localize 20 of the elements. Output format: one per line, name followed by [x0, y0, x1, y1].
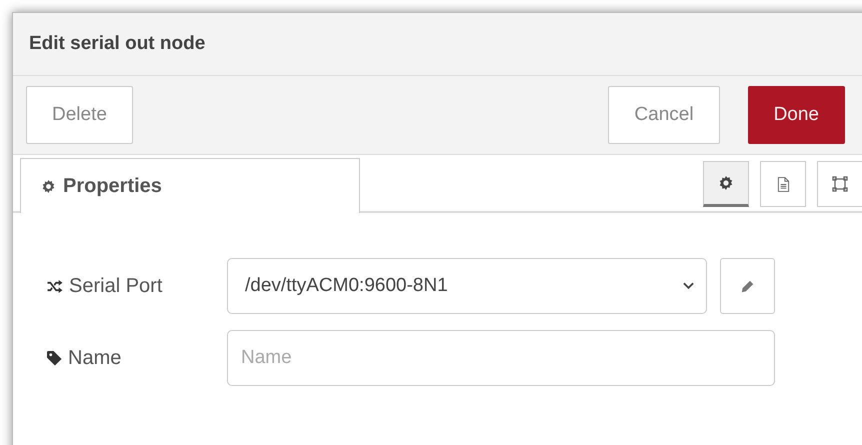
serial-port-label: Serial Port: [47, 274, 227, 298]
dialog-title: Edit serial out node: [29, 33, 206, 55]
gear-icon: [42, 180, 55, 192]
shuffle-icon: [47, 280, 63, 292]
tag-icon: [47, 350, 62, 366]
frame-tab[interactable]: [817, 161, 862, 207]
chevron-down-icon: [683, 282, 694, 290]
cancel-button[interactable]: Cancel: [608, 86, 720, 144]
gear-icon: [719, 176, 733, 190]
document-tab[interactable]: [760, 161, 806, 207]
delete-button[interactable]: Delete: [26, 86, 133, 144]
pencil-icon: [741, 280, 754, 292]
name-label: Name: [47, 346, 227, 370]
done-button[interactable]: Done: [748, 86, 845, 144]
frame-icon: [832, 176, 848, 192]
properties-tab[interactable]: Properties: [20, 158, 360, 213]
name-input[interactable]: Name: [227, 330, 775, 386]
settings-tab[interactable]: [703, 161, 749, 207]
document-icon: [776, 176, 790, 192]
serial-port-select[interactable]: /dev/ttyACM0:9600-8N1: [227, 258, 707, 314]
